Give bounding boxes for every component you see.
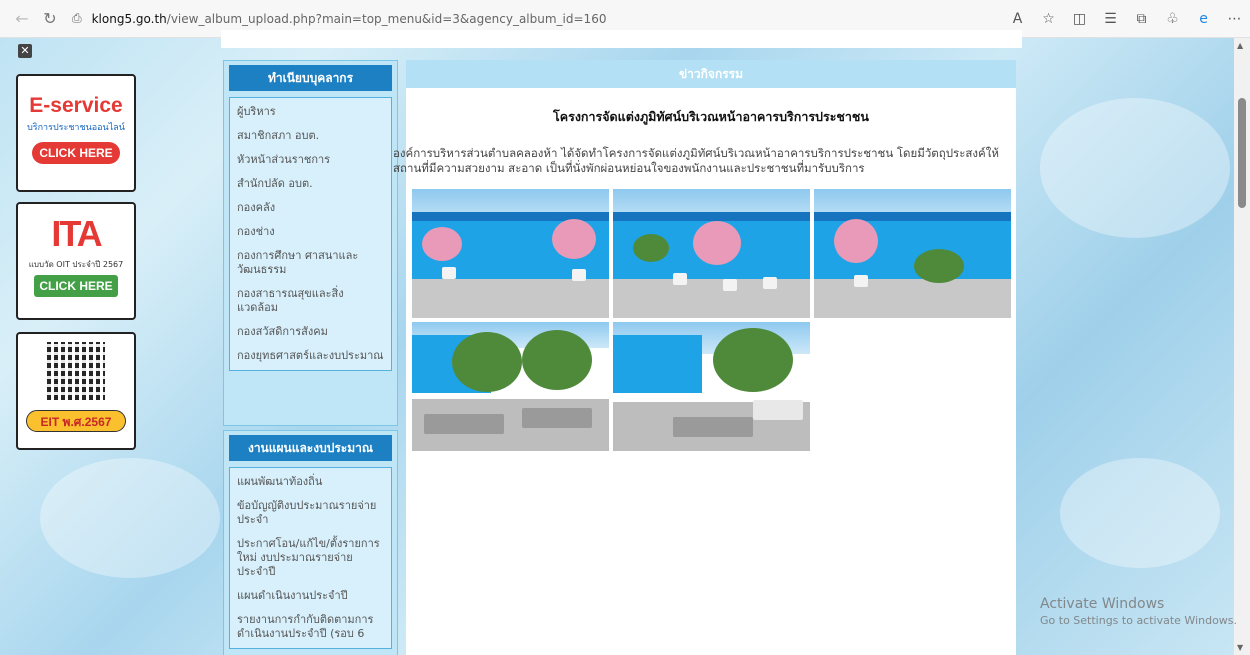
sidebar-item-council-members[interactable]: สมาชิกสภา อบต.	[234, 124, 387, 148]
edge-logo-icon[interactable]: e	[1188, 5, 1219, 33]
address-bar[interactable]: ⎙ klong5.go.th/view_album_upload.php?mai…	[72, 5, 606, 33]
album-title: โครงการจัดแต่งภูมิทัศน์บริเวณหน้าอาคารบร…	[553, 109, 869, 124]
url-path: /view_album_upload.php?main=top_menu&id=…	[166, 11, 607, 26]
sidebar-item-budget-transfer-announcement[interactable]: ประกาศโอน/แก้ไข/ตั้งรายการใหม่ งบประมาณร…	[234, 532, 387, 584]
ita-subtitle: แบบวัด OIT ประจำปี 2567	[28, 260, 124, 269]
sidebar-item-department-heads[interactable]: หัวหน้าส่วนราชการ	[234, 148, 387, 172]
ita-logo: ITA	[26, 212, 126, 256]
sidebar-item-annual-monitoring-report[interactable]: รายงานการกำกับติดตามการดำเนินงานประจำปี …	[234, 608, 387, 646]
personnel-directory-box: ทำเนียบบุคลากร ผู้บริหาร สมาชิกสภา อบต. …	[223, 60, 398, 426]
close-icon[interactable]: ✕	[18, 44, 32, 58]
back-arrow-icon[interactable]: ←	[8, 5, 36, 33]
sidebar-item-executives[interactable]: ผู้บริหาร	[234, 100, 387, 124]
split-screen-icon[interactable]: ◫	[1064, 5, 1095, 33]
watermark-line2: Go to Settings to activate Windows.	[1040, 614, 1238, 627]
plans-budget-box: งานแผนและงบประมาณ แผนพัฒนาท้องถิ่น ข้อบั…	[223, 430, 398, 655]
main-content: ข่าวกิจกรรม โครงการจัดแต่งภูมิทัศน์บริเว…	[393, 60, 1016, 655]
scroll-thumb[interactable]	[1238, 98, 1246, 208]
plans-budget-title: งานแผนและงบประมาณ	[229, 435, 392, 461]
watermark-line1: Activate Windows	[1040, 596, 1165, 612]
read-aloud-icon[interactable]: A	[1002, 5, 1033, 33]
background-cloud	[40, 458, 220, 578]
album-photo[interactable]	[613, 189, 810, 318]
sidebar-item-permanent-secretary-office[interactable]: สำนักปลัด อบต.	[234, 172, 387, 196]
background-cloud	[1040, 98, 1230, 238]
background-cloud	[1060, 458, 1220, 568]
header-strip	[221, 30, 1022, 48]
extensions-icon[interactable]: ♧	[1157, 5, 1188, 33]
sidebar-item-local-development-plan[interactable]: แผนพัฒนาท้องถิ่น	[234, 470, 387, 494]
sidebar-item-finance-division[interactable]: กองคลัง	[234, 196, 387, 220]
eit-button[interactable]: EIT พ.ศ.2567	[26, 410, 126, 432]
sidebar-item-education-division[interactable]: กองการศึกษา ศาสนาและวัฒนธรรม	[234, 244, 387, 282]
ita-click-button[interactable]: CLICK HERE	[34, 275, 118, 297]
ita-logo-text: ITA	[51, 213, 102, 254]
sidebar-item-annual-operation-plan[interactable]: แผนดำเนินงานประจำปี	[234, 584, 387, 608]
collections-icon[interactable]: ⧉	[1126, 5, 1157, 33]
album-photo[interactable]	[814, 189, 1011, 318]
site-info-icon[interactable]: ⎙	[72, 11, 82, 26]
eservice-title: E-service	[29, 94, 123, 117]
album-photo[interactable]	[412, 322, 609, 451]
favorite-star-icon[interactable]: ☆	[1033, 5, 1064, 33]
refresh-icon[interactable]: ↻	[36, 5, 64, 33]
sidebar-item-strategy-budget-division[interactable]: กองยุทธศาสตร์และงบประมาณ	[234, 344, 387, 368]
scroll-up-arrow-icon[interactable]: ▲	[1237, 41, 1243, 50]
plans-budget-list: แผนพัฒนาท้องถิ่น ข้อบัญญัติงบประมาณรายจ่…	[229, 467, 392, 649]
eit-banner[interactable]: EIT พ.ศ.2567	[16, 332, 136, 450]
qr-code-icon	[47, 342, 105, 400]
personnel-directory-title: ทำเนียบบุคลากร	[229, 65, 392, 91]
more-menu-icon[interactable]: ⋯	[1219, 5, 1250, 33]
personnel-directory-list: ผู้บริหาร สมาชิกสภา อบต. หัวหน้าส่วนราชก…	[229, 97, 392, 371]
url-host: klong5.go.th	[91, 11, 167, 26]
eservice-banner[interactable]: E-service บริการประชาชนออนไลน์ CLICK HER…	[16, 74, 136, 192]
album-description: องค์การบริหารส่วนตำบลคลองห้า ได้จัดทำโคร…	[393, 146, 999, 175]
sidebar-item-public-health-division[interactable]: กองสาธารณสุขและสิ่งแวดล้อม	[234, 282, 387, 320]
sidebar-item-budget-ordinance[interactable]: ข้อบัญญัติงบประมาณรายจ่ายประจำ	[234, 494, 387, 532]
favorites-list-icon[interactable]: ☰	[1095, 5, 1126, 33]
eservice-subtitle: บริการประชาชนออนไลน์	[27, 123, 125, 133]
news-activities-header: ข่าวกิจกรรม	[406, 60, 1016, 88]
windows-activation-watermark: Activate Windows Go to Settings to activ…	[1040, 596, 1237, 627]
eservice-click-button[interactable]: CLICK HERE	[32, 142, 120, 164]
ita-banner[interactable]: ITA แบบวัด OIT ประจำปี 2567 CLICK HERE	[16, 202, 136, 320]
vertical-scrollbar[interactable]: ▲ ▼	[1234, 38, 1250, 655]
sidebar-item-social-welfare-division[interactable]: กองสวัสดิการสังคม	[234, 320, 387, 344]
scroll-down-arrow-icon[interactable]: ▼	[1237, 643, 1243, 652]
album-photo[interactable]	[412, 189, 609, 318]
album-photo[interactable]	[613, 322, 810, 451]
sidebar-item-engineering-division[interactable]: กองช่าง	[234, 220, 387, 244]
